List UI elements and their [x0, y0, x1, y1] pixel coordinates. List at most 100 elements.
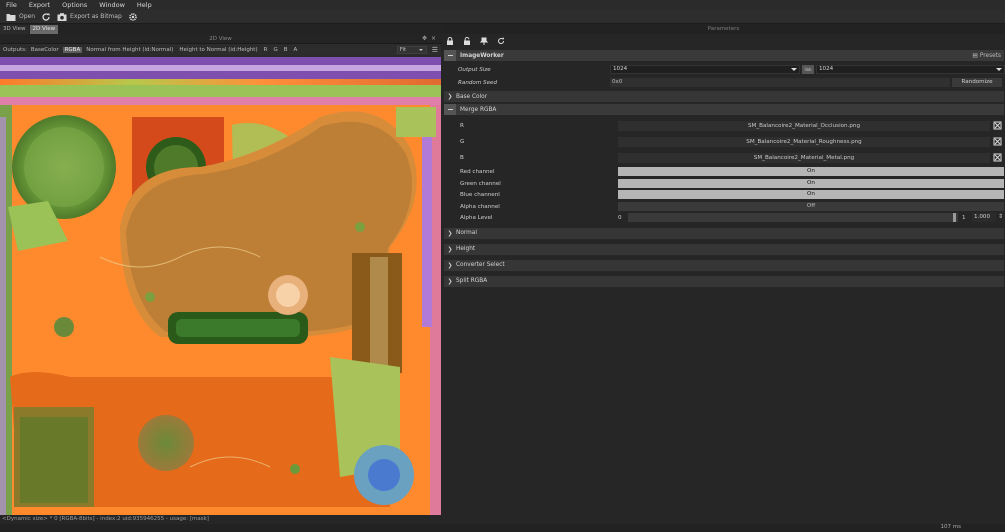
chevron-right-icon: ❯ [447, 261, 453, 269]
channel-g[interactable]: G [271, 47, 279, 53]
file-row-g: G SM_Balancoire2_Material_Roughness.png [442, 134, 1005, 150]
texture-preview-image [0, 57, 441, 515]
app-status-bar: 107 ms [0, 524, 1005, 532]
outputs-bar: Outputs: BaseColor RGBA Normal from Heig… [0, 44, 441, 55]
open-button[interactable]: Open [6, 12, 35, 22]
alpha-min-label: 0 [618, 215, 622, 221]
output-normal-from-height[interactable]: Normal from Height (id:Normal) [84, 47, 175, 53]
tab-2d-view[interactable]: 2D View [29, 25, 59, 34]
spin-icon[interactable]: ⇕ [998, 213, 1003, 220]
toolbar: Open Export as Bitmap [0, 10, 1005, 24]
render-time: 107 ms [940, 524, 961, 530]
section-normal-label: Normal [456, 230, 477, 236]
channel-a[interactable]: A [292, 47, 300, 53]
export-label: Export as Bitmap [70, 13, 122, 20]
alpha-max-label: 1 [962, 215, 966, 221]
texture-canvas[interactable] [0, 57, 441, 515]
alpha-channel-label: Alpha channel [460, 203, 500, 210]
random-seed-input[interactable]: 0x0 [610, 78, 950, 87]
settings-button[interactable] [128, 12, 138, 22]
section-normal[interactable]: ❯ Normal [444, 227, 1004, 239]
chevron-right-icon: ❯ [447, 245, 453, 253]
zoom-fit-select[interactable]: Fit [396, 45, 427, 54]
link-size-button[interactable]: link [802, 65, 814, 74]
parameters-title: Parameters [442, 24, 1005, 34]
toggle-row-green: Green channel On [442, 178, 1005, 190]
section-base-color[interactable]: ❯ Base Color [444, 91, 1004, 102]
menu-options[interactable]: Options [56, 1, 93, 9]
alpha-channel-toggle[interactable]: Off [618, 201, 1004, 211]
randomize-button[interactable]: Randomize [952, 78, 1002, 87]
section-split-rgba-label: Split RGBA [456, 278, 488, 284]
file-r-label: R [460, 123, 464, 129]
pin-node-icon[interactable] [480, 37, 488, 45]
folder-icon [6, 13, 16, 21]
export-bitmap-button[interactable]: Export as Bitmap [57, 12, 122, 22]
view-2d-panel: 2D View ✥ × Outputs: BaseColor RGBA Norm… [0, 34, 441, 524]
imageworker-title: ImageWorker [460, 52, 504, 59]
section-merge-rgba[interactable]: Merge RGBA [444, 104, 1004, 115]
view-options-icon[interactable]: ☰ [432, 46, 438, 54]
output-size-height-select[interactable]: 1024 [816, 65, 1005, 74]
tab-3d-view[interactable]: 3D View [0, 25, 29, 34]
section-base-color-label: Base Color [456, 93, 488, 100]
random-seed-label: Random Seed [458, 80, 498, 86]
alpha-level-slider[interactable] [628, 213, 958, 222]
view-title-bar: 2D View ✥ × [0, 34, 441, 44]
imageworker-header[interactable]: ImageWorker ▤ Presets [444, 50, 1004, 61]
file-r-input[interactable]: SM_Balancoire2_Material_Occlusion.png [618, 121, 990, 131]
file-picker-icon[interactable] [993, 137, 1002, 146]
presets-button[interactable]: ▤ Presets [972, 53, 1001, 59]
file-picker-icon[interactable] [993, 121, 1002, 130]
section-converter-select[interactable]: ❯ Converter Select [444, 259, 1004, 271]
channel-b[interactable]: B [282, 47, 290, 53]
gear-icon [128, 12, 137, 21]
section-converter-select-label: Converter Select [456, 262, 505, 268]
red-channel-label: Red channel [460, 169, 495, 175]
collapse-icon[interactable] [444, 104, 456, 115]
unlock-icon[interactable] [463, 37, 471, 45]
section-split-rgba[interactable]: ❯ Split RGBA [444, 275, 1004, 287]
section-height[interactable]: ❯ Height [444, 243, 1004, 255]
menu-help[interactable]: Help [131, 1, 158, 9]
refresh-icon [42, 12, 50, 21]
toggle-row-blue: Blue channenl On [442, 189, 1005, 201]
view-status: <Dynamic size> * 0 [RGBA-8bits] - index:… [0, 515, 441, 524]
parameters-toolbar [442, 34, 1005, 48]
reset-icon[interactable] [497, 37, 505, 45]
green-channel-label: Green channel [460, 180, 501, 187]
menu-window[interactable]: Window [93, 1, 131, 9]
file-picker-icon[interactable] [993, 153, 1002, 162]
menu-file[interactable]: File [0, 1, 23, 9]
chevron-right-icon: ❯ [447, 229, 453, 237]
open-label: Open [19, 13, 36, 20]
slider-handle[interactable] [953, 213, 956, 222]
output-height-to-normal[interactable]: Height to Normal (id:Height) [177, 47, 259, 53]
pin-icon[interactable]: ✥ [422, 35, 427, 42]
output-basecolor[interactable]: BaseColor [29, 47, 61, 53]
chevron-right-icon: ❯ [447, 93, 453, 100]
camera-icon [57, 12, 67, 21]
presets-icon: ▤ [972, 52, 978, 59]
merge-rgba-title: Merge RGBA [460, 106, 497, 113]
output-size-width-select[interactable]: 1024 [610, 65, 800, 74]
collapse-icon[interactable] [444, 50, 456, 61]
lock-icon[interactable] [446, 37, 454, 45]
output-size-label: Output Size [458, 67, 491, 73]
toggle-row-red: Red channel On [442, 166, 1005, 178]
green-channel-toggle[interactable]: On [618, 178, 1004, 188]
channel-r[interactable]: R [262, 47, 270, 53]
output-rgba[interactable]: RGBA [62, 46, 83, 53]
file-b-input[interactable]: SM_Balancoire2_Material_Metal.png [618, 153, 990, 163]
close-icon[interactable]: × [431, 35, 436, 42]
red-channel-toggle[interactable]: On [618, 167, 1004, 176]
chevron-right-icon: ❯ [447, 277, 453, 285]
blue-channel-label: Blue channenl [460, 192, 500, 198]
alpha-level-input[interactable]: 1.000 [972, 213, 996, 222]
refresh-button[interactable] [41, 12, 51, 22]
section-height-label: Height [456, 246, 476, 252]
menu-export[interactable]: Export [23, 1, 56, 9]
blue-channel-toggle[interactable]: On [618, 190, 1004, 199]
file-row-b: B SM_Balancoire2_Material_Metal.png [442, 150, 1005, 166]
file-g-input[interactable]: SM_Balancoire2_Material_Roughness.png [618, 137, 990, 147]
